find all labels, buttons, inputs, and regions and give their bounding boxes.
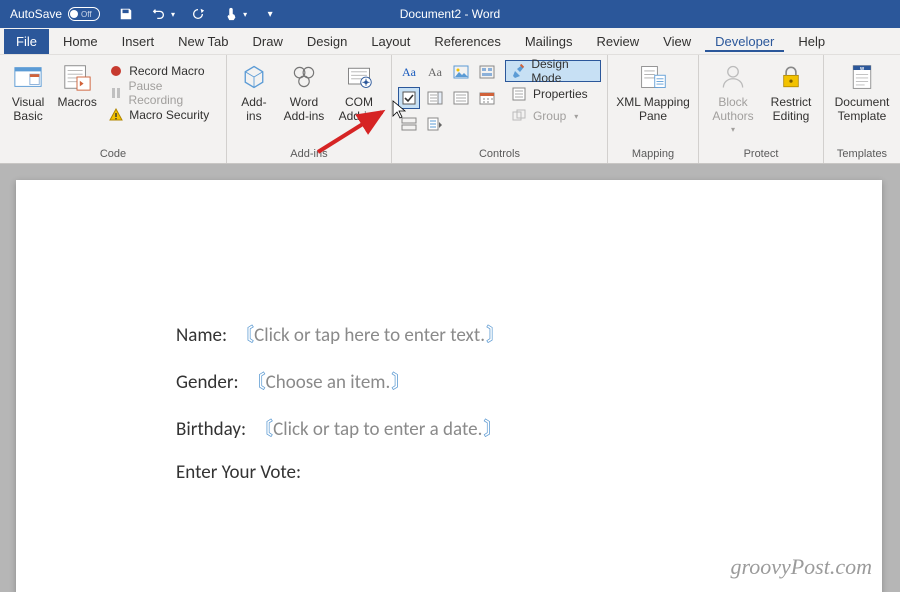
tab-new-tab[interactable]: New Tab xyxy=(168,30,238,53)
tab-view[interactable]: View xyxy=(653,30,701,53)
combobox-control-icon[interactable] xyxy=(424,87,446,109)
building-block-control-icon[interactable] xyxy=(476,61,498,83)
rich-text-control-icon[interactable]: Aa xyxy=(398,61,420,83)
xml-mapping-button[interactable]: XML Mapping Pane xyxy=(614,59,692,125)
pause-recording-button: Pause Recording xyxy=(104,83,220,103)
document-template-button[interactable]: W Document Template xyxy=(830,59,894,125)
workspace: Name: Click or tap here to enter text. G… xyxy=(0,164,900,592)
block-authors-button[interactable]: Block Authors ▾ xyxy=(705,59,761,136)
properties-icon xyxy=(511,86,527,102)
tab-design[interactable]: Design xyxy=(297,30,357,53)
record-icon xyxy=(108,63,124,79)
ribbon-tabs: File Home Insert New Tab Draw Design Lay… xyxy=(0,28,900,55)
xml-mapping-icon xyxy=(637,61,669,93)
visual-basic-icon xyxy=(12,61,44,93)
gender-content-control[interactable]: Choose an item. xyxy=(247,367,410,394)
macro-security-button[interactable]: Macro Security xyxy=(104,105,220,125)
tab-file[interactable]: File xyxy=(4,29,49,54)
watermark: groovyPost.com xyxy=(730,554,872,580)
tab-draw[interactable]: Draw xyxy=(243,30,293,53)
gender-label: Gender: xyxy=(176,371,239,394)
title-bar: AutoSave Off ▾ ▾ ▾ xyxy=(0,0,900,28)
redo-icon[interactable] xyxy=(188,4,208,24)
undo-icon[interactable] xyxy=(149,4,169,24)
tab-insert[interactable]: Insert xyxy=(112,30,165,53)
qat-customize-icon[interactable]: ▾ xyxy=(260,4,280,24)
word-addins-icon xyxy=(288,61,320,93)
word-addins-button[interactable]: Word Add-ins xyxy=(279,59,329,125)
macros-icon xyxy=(61,61,93,93)
design-mode-icon xyxy=(511,63,525,79)
checkbox-control-icon[interactable] xyxy=(398,87,420,109)
document-page[interactable]: Name: Click or tap here to enter text. G… xyxy=(16,180,882,592)
group-button: Group ▾ xyxy=(505,106,601,126)
tab-layout[interactable]: Layout xyxy=(361,30,420,53)
touch-dropdown[interactable]: ▾ xyxy=(243,10,247,19)
group-mapping: XML Mapping Pane Mapping xyxy=(608,55,699,163)
restrict-editing-icon xyxy=(775,61,807,93)
tab-developer[interactable]: Developer xyxy=(705,30,784,53)
tab-home[interactable]: Home xyxy=(53,30,108,53)
birthday-label: Birthday: xyxy=(176,418,246,441)
birthday-content-control[interactable]: Click or tap to enter a date. xyxy=(254,414,501,441)
dropdown-control-icon[interactable] xyxy=(450,87,472,109)
tab-references[interactable]: References xyxy=(424,30,510,53)
group-protect: Block Authors ▾ Restrict Editing Protect xyxy=(699,55,824,163)
touch-mode-icon[interactable] xyxy=(221,4,241,24)
com-addins-button[interactable]: COM Add-ins xyxy=(333,59,385,125)
ribbon: Visual Basic Macros Record Macro Pau xyxy=(0,55,900,164)
addins-icon xyxy=(238,61,270,93)
autosave-state: Off xyxy=(81,10,92,19)
com-addins-icon xyxy=(343,61,375,93)
warning-icon xyxy=(108,107,124,123)
group-templates: W Document Template Templates xyxy=(824,55,900,163)
autosave-toggle[interactable]: Off xyxy=(68,7,100,21)
pause-icon xyxy=(108,85,123,101)
tab-help[interactable]: Help xyxy=(788,30,835,53)
properties-button[interactable]: Properties xyxy=(505,84,601,104)
name-label: Name: xyxy=(176,324,227,347)
tab-mailings[interactable]: Mailings xyxy=(515,30,583,53)
document-template-icon: W xyxy=(846,61,878,93)
legacy-tools-icon[interactable] xyxy=(424,113,446,135)
name-content-control[interactable]: Click or tap here to enter text. xyxy=(235,320,504,347)
date-picker-control-icon[interactable] xyxy=(476,87,498,109)
record-macro-button[interactable]: Record Macro xyxy=(104,61,220,81)
group-addins: Add- ins Word Add-ins COM Add-ins Add-in… xyxy=(227,55,392,163)
quick-access-toolbar: ▾ ▾ ▾ xyxy=(108,4,288,24)
undo-dropdown[interactable]: ▾ xyxy=(171,10,175,19)
macros-button[interactable]: Macros xyxy=(54,59,100,111)
block-authors-icon xyxy=(717,61,749,93)
group-controls: Aa Aa xyxy=(392,55,608,163)
vote-label: Enter Your Vote: xyxy=(176,461,301,484)
visual-basic-button[interactable]: Visual Basic xyxy=(6,59,50,125)
restrict-editing-button[interactable]: Restrict Editing xyxy=(765,59,817,125)
plain-text-control-icon[interactable]: Aa xyxy=(424,61,446,83)
tab-review[interactable]: Review xyxy=(587,30,650,53)
group-code: Visual Basic Macros Record Macro Pau xyxy=(0,55,227,163)
addins-button[interactable]: Add- ins xyxy=(233,59,275,125)
group-icon xyxy=(511,108,527,124)
repeating-section-control-icon[interactable] xyxy=(398,113,420,135)
picture-control-icon[interactable] xyxy=(450,61,472,83)
save-icon[interactable] xyxy=(116,4,136,24)
autosave-label: AutoSave xyxy=(10,7,62,21)
design-mode-button[interactable]: Design Mode xyxy=(505,60,601,82)
